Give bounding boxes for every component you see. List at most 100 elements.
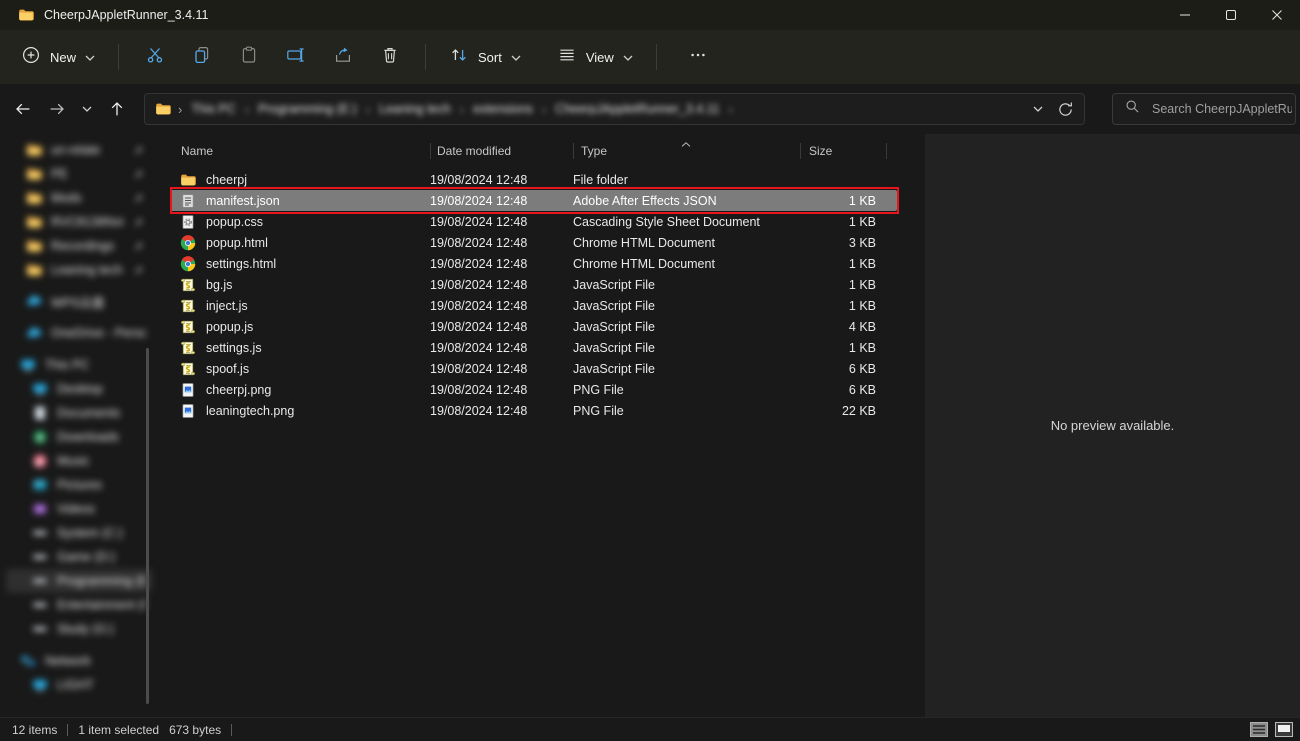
javascript-icon: [180, 298, 196, 314]
file-row[interactable]: cheerpj.png19/08/2024 12:48PNG File6 KB: [170, 379, 897, 400]
drive-icon: [32, 525, 48, 541]
paste-button[interactable]: [225, 39, 272, 75]
sidebar-item-label: Videos: [57, 502, 146, 516]
chevron-right-icon: ›: [362, 102, 374, 117]
file-row[interactable]: settings.html19/08/2024 12:48Chrome HTML…: [170, 253, 897, 274]
sidebar-item[interactable]: OneDrive - Person: [6, 321, 152, 345]
pin-icon: [133, 217, 144, 228]
copy-button[interactable]: [178, 39, 225, 75]
delete-button[interactable]: [366, 39, 413, 75]
recent-locations-button[interactable]: [76, 94, 98, 124]
delete-icon: [380, 45, 400, 70]
back-button[interactable]: [8, 94, 38, 124]
forward-button[interactable]: [42, 94, 72, 124]
breadcrumb-segment[interactable]: CheerpJAppletRunner_3.4.11: [550, 102, 724, 116]
sidebar-item[interactable]: Documents: [6, 401, 152, 425]
sidebar-item[interactable]: Game (D:): [6, 545, 152, 569]
column-headers: Name Date modified Type Size: [170, 139, 897, 163]
address-dropdown-chevron-icon[interactable]: [1033, 106, 1043, 112]
sidebar-item[interactable]: Leaning tech: [6, 258, 152, 282]
file-row[interactable]: popup.html19/08/2024 12:48Chrome HTML Do…: [170, 232, 897, 253]
png-image-icon: [180, 403, 196, 419]
sidebar-item[interactable]: Study (G:): [6, 617, 152, 641]
file-row[interactable]: spoof.js19/08/2024 12:48JavaScript File6…: [170, 358, 897, 379]
javascript-icon: [180, 361, 196, 377]
column-header-name[interactable]: Name: [170, 144, 430, 158]
file-type: JavaScript File: [573, 320, 800, 334]
sidebar-item-label: LIGHT: [57, 678, 146, 692]
new-button-label: New: [50, 50, 76, 65]
file-type: Cascading Style Sheet Document: [573, 215, 800, 229]
pin-icon: [133, 265, 144, 276]
sidebar-item[interactable]: Videos: [6, 497, 152, 521]
sidebar-item[interactable]: PE: [6, 162, 152, 186]
breadcrumb[interactable]: › This PC›Programming (E:)›Leaning tech›…: [144, 93, 1085, 125]
file-size: 1 KB: [800, 341, 886, 355]
see-more-button[interactable]: [675, 39, 722, 75]
breadcrumb-segment[interactable]: This PC: [186, 102, 240, 116]
file-row[interactable]: inject.js19/08/2024 12:48JavaScript File…: [170, 295, 897, 316]
file-size: 22 KB: [800, 404, 886, 418]
cut-button[interactable]: [131, 39, 178, 75]
sidebar-item[interactable]: Programming (E:): [6, 569, 152, 593]
large-thumbnails-view-toggle[interactable]: [1274, 721, 1294, 738]
sidebar-item[interactable]: Desktop: [6, 377, 152, 401]
sidebar-item-label: Desktop: [57, 382, 146, 396]
copy-icon: [192, 45, 212, 70]
sidebar-item[interactable]: RVC8139Nvid: [6, 210, 152, 234]
column-divider[interactable]: [573, 143, 574, 159]
sidebar-item[interactable]: Downloads: [6, 425, 152, 449]
javascript-icon: [180, 277, 196, 293]
file-date-modified: 19/08/2024 12:48: [430, 404, 573, 418]
pin-icon: [133, 241, 144, 252]
ellipsis-icon: [688, 45, 708, 70]
sidebar-item[interactable]: LIGHT: [6, 673, 152, 697]
refresh-icon[interactable]: [1057, 101, 1074, 118]
breadcrumb-segment[interactable]: Programming (E:): [253, 102, 362, 116]
file-row[interactable]: cheerpj19/08/2024 12:48File folder: [170, 169, 897, 190]
up-button[interactable]: [102, 94, 132, 124]
chevron-down-icon: [511, 48, 521, 66]
breadcrumb-segment[interactable]: extensions: [468, 102, 538, 116]
sort-button[interactable]: Sort: [438, 38, 532, 77]
sidebar-item[interactable]: Music: [6, 449, 152, 473]
main-area: un-relatePE Mods RVC8139NvidRecordingsLean…: [0, 134, 1300, 717]
sidebar-scrollbar[interactable]: [146, 348, 149, 704]
close-button[interactable]: [1254, 0, 1300, 30]
sidebar-item[interactable]: Recordings: [6, 234, 152, 258]
column-divider[interactable]: [886, 143, 887, 159]
sidebar-item[interactable]: System (C:): [6, 521, 152, 545]
new-button[interactable]: New: [10, 38, 106, 77]
sidebar-item[interactable]: un-relate: [6, 138, 152, 162]
sidebar-item[interactable]: Network: [6, 649, 152, 673]
sidebar-item[interactable]: Entertainment (F:): [6, 593, 152, 617]
rename-button[interactable]: [272, 39, 319, 75]
file-type: Chrome HTML Document: [573, 236, 800, 250]
pictures-icon: [32, 477, 48, 493]
column-divider[interactable]: [800, 143, 801, 159]
file-date-modified: 19/08/2024 12:48: [430, 383, 573, 397]
file-row[interactable]: leaningtech.png19/08/2024 12:48PNG File2…: [170, 400, 897, 421]
file-size: 1 KB: [800, 299, 886, 313]
column-header-date-modified[interactable]: Date modified: [430, 144, 573, 158]
file-row[interactable]: manifest.json19/08/2024 12:48Adobe After…: [170, 190, 897, 211]
file-row[interactable]: settings.js19/08/2024 12:48JavaScript Fi…: [170, 337, 897, 358]
file-row[interactable]: popup.js19/08/2024 12:48JavaScript File4…: [170, 316, 897, 337]
search-input[interactable]: [1150, 101, 1294, 117]
file-row[interactable]: bg.js19/08/2024 12:48JavaScript File1 KB: [170, 274, 897, 295]
sidebar-item[interactable]: Mods: [6, 186, 152, 210]
sidebar-item[interactable]: WPS云盘: [6, 289, 152, 313]
details-view-toggle[interactable]: [1249, 721, 1269, 738]
sidebar-item-label: Mods: [51, 191, 124, 205]
selection-size: 673 bytes: [169, 723, 221, 737]
minimize-button[interactable]: [1162, 0, 1208, 30]
column-divider[interactable]: [430, 143, 431, 159]
maximize-button[interactable]: [1208, 0, 1254, 30]
column-header-size[interactable]: Size: [800, 144, 886, 158]
share-button[interactable]: [319, 39, 366, 75]
sidebar-item[interactable]: Pictures: [6, 473, 152, 497]
file-row[interactable]: popup.css19/08/2024 12:48Cascading Style…: [170, 211, 897, 232]
view-button[interactable]: View: [546, 38, 644, 77]
sidebar-item[interactable]: This PC: [6, 353, 152, 377]
breadcrumb-segment[interactable]: Leaning tech: [374, 102, 456, 116]
